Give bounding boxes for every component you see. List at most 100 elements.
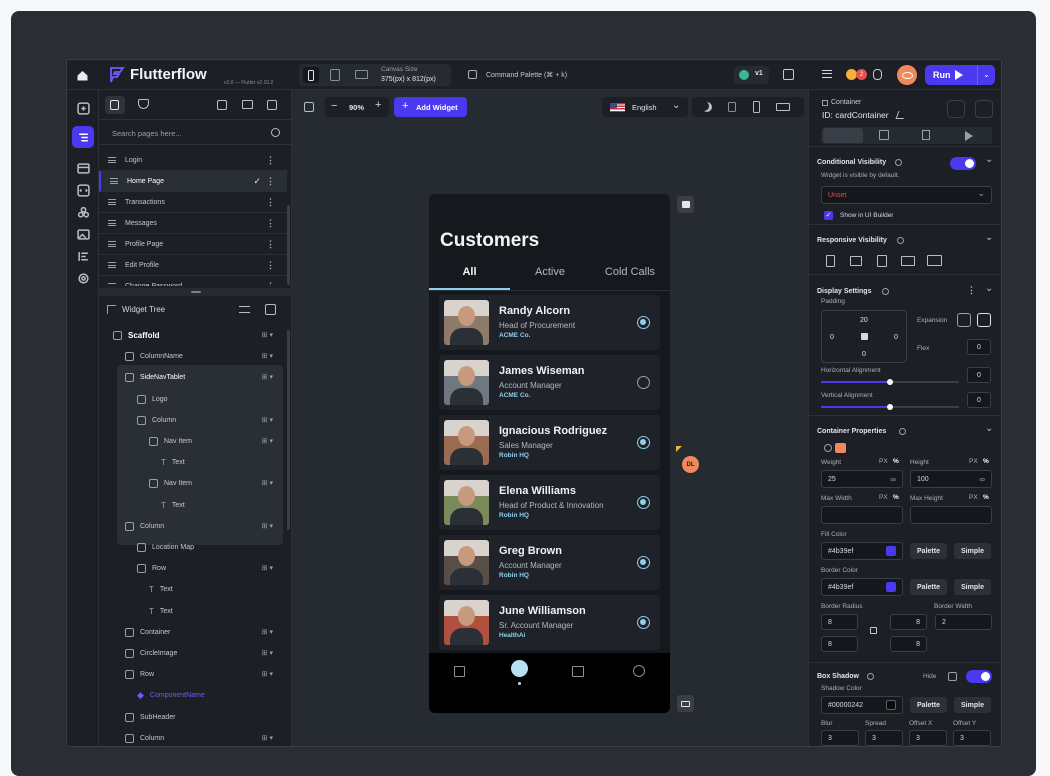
add-folder-icon[interactable]: [267, 100, 277, 110]
customer-card[interactable]: Elena Williams Head of Product & Innovati…: [439, 475, 660, 530]
widget-tree-node[interactable]: T Text: [149, 601, 173, 622]
more-options-icon[interactable]: ⋮: [266, 155, 275, 166]
rectangle-shape-icon[interactable]: [835, 443, 846, 453]
desktop-hide-icon[interactable]: [927, 255, 942, 266]
drag-handle-icon[interactable]: [110, 178, 118, 184]
phone-hide-icon[interactable]: [826, 255, 835, 267]
widget-tree-node[interactable]: Location Map: [137, 537, 194, 558]
blur-input[interactable]: 3: [821, 730, 859, 746]
fill-simple-button[interactable]: Simple: [954, 543, 991, 559]
widget-tree-node[interactable]: T Text: [161, 452, 185, 473]
command-palette-button[interactable]: Command Palette (⌘ + k): [486, 71, 567, 79]
widget-tree-node[interactable]: Scaffold: [113, 325, 160, 346]
buildings-nav-icon[interactable]: [572, 666, 584, 677]
max-height-px-unit[interactable]: PX: [969, 494, 978, 501]
expansion-expand-icon[interactable]: [977, 313, 991, 327]
box-shadow-toggle[interactable]: [966, 670, 992, 683]
height-px-unit[interactable]: PX: [969, 458, 978, 465]
widget-tree-node[interactable]: SubHeader: [125, 707, 175, 728]
copy-icon[interactable]: [783, 69, 794, 80]
node-actions-icon[interactable]: ⊞ ▾: [262, 670, 273, 678]
add-widget-icon[interactable]: [975, 100, 993, 118]
page-search-input[interactable]: Search pages here...: [99, 120, 292, 145]
dashboard-nav-icon[interactable]: [454, 666, 465, 677]
tab-active[interactable]: Active: [510, 258, 590, 290]
padding-bottom-input[interactable]: 0: [862, 351, 866, 358]
canvas-layers-icon[interactable]: [304, 102, 314, 112]
dark-mode-icon[interactable]: [702, 102, 712, 112]
scroll-divider[interactable]: [99, 288, 292, 296]
customer-card[interactable]: June Williamson Sr. Account Manager Health…: [439, 595, 660, 650]
edit-pencil-icon[interactable]: [895, 111, 907, 119]
drag-handle-icon[interactable]: [108, 283, 116, 286]
radius-bottom-left-input[interactable]: 8: [821, 636, 858, 652]
collapse-icon[interactable]: [265, 304, 276, 315]
storyboard-icon[interactable]: [75, 160, 91, 176]
diamond-tab-icon[interactable]: [138, 99, 149, 109]
radio-selected-icon[interactable]: [637, 616, 650, 629]
widget-tree-node[interactable]: Column: [125, 516, 164, 537]
max-width-percent-unit[interactable]: %: [893, 494, 899, 501]
add-widget-button[interactable]: + Add Widget: [394, 97, 467, 117]
drag-handle-icon[interactable]: [108, 262, 116, 268]
flex-input[interactable]: 0: [967, 339, 991, 355]
fill-color-input[interactable]: #4b39ef: [821, 542, 903, 560]
generate-tab-icon[interactable]: [922, 130, 930, 140]
max-height-percent-unit[interactable]: %: [983, 494, 989, 501]
tablet-device-icon[interactable]: [330, 69, 340, 81]
weight-percent-unit[interactable]: %: [893, 458, 899, 465]
home-icon[interactable]: [75, 68, 89, 82]
height-input[interactable]: 100 ∞: [910, 470, 992, 488]
search-icon[interactable]: [271, 128, 280, 137]
branch-selector[interactable]: v1: [734, 66, 769, 84]
widget-tree-node[interactable]: T Text: [161, 495, 185, 516]
node-actions-icon[interactable]: ⊞ ▾: [262, 564, 273, 572]
radio-selected-icon[interactable]: [637, 556, 650, 569]
widget-tree-node[interactable]: Logo: [137, 389, 168, 410]
customer-card[interactable]: James Wiseman Account Manager ACME Co.: [439, 355, 660, 410]
profile-nav-icon[interactable]: [633, 665, 645, 677]
radio-selected-icon[interactable]: [637, 436, 650, 449]
widget-tree-node[interactable]: Row: [125, 664, 154, 685]
widget-tree-node[interactable]: ◆ ComponentName: [137, 685, 205, 706]
code-icon[interactable]: [75, 182, 91, 198]
widget-tree-node[interactable]: Column: [125, 728, 164, 746]
offset-x-input[interactable]: 3: [909, 730, 947, 746]
desktop-device-icon[interactable]: [355, 70, 368, 79]
node-actions-icon[interactable]: ⊞ ▾: [262, 479, 273, 487]
widget-tree-node[interactable]: Nav Item: [149, 431, 192, 452]
bottom-widget-badge[interactable]: [677, 695, 694, 712]
widget-tree-node[interactable]: T Text: [149, 579, 173, 600]
weight-px-unit[interactable]: PX: [879, 458, 888, 465]
widget-tree-node[interactable]: ColumnName: [125, 346, 183, 367]
more-icon[interactable]: ⋮: [967, 285, 976, 296]
notification-badge[interactable]: 2: [856, 69, 867, 80]
widget-tree-node[interactable]: Row: [137, 558, 166, 579]
offset-y-input[interactable]: 3: [953, 730, 991, 746]
components-icon[interactable]: [75, 204, 91, 220]
shadow-simple-button[interactable]: Simple: [954, 697, 991, 713]
widget-tree-node[interactable]: Nav Item: [149, 473, 192, 494]
component-diamond-icon[interactable]: [947, 100, 965, 118]
node-actions-icon[interactable]: ⊞ ▾: [262, 437, 273, 445]
node-actions-icon[interactable]: ⊞ ▾: [262, 522, 273, 530]
drag-handle-icon[interactable]: [108, 157, 116, 163]
weight-input[interactable]: 25 ∞: [821, 470, 903, 488]
max-width-input[interactable]: [821, 506, 903, 524]
expansion-shrink-icon[interactable]: [957, 313, 971, 327]
more-options-icon[interactable]: ⋮: [266, 218, 275, 229]
pages-tab-icon[interactable]: [105, 96, 125, 114]
vertical-alignment-input[interactable]: 0: [967, 392, 991, 408]
zoom-in-button[interactable]: +: [375, 99, 381, 111]
shadow-color-swatch[interactable]: [886, 700, 896, 710]
shadow-color-input[interactable]: #00000242: [821, 696, 903, 714]
height-infinity-icon[interactable]: ∞: [979, 475, 985, 484]
sort-icon[interactable]: [239, 306, 250, 313]
more-options-icon[interactable]: ⋮: [266, 260, 275, 271]
add-page-icon[interactable]: [75, 100, 91, 116]
padding-lock-icon[interactable]: [861, 333, 868, 340]
node-actions-icon[interactable]: ⊞ ▾: [262, 734, 273, 742]
horizontal-alignment-slider[interactable]: [821, 379, 959, 385]
more-options-icon[interactable]: ⋮: [266, 176, 275, 187]
radio-selected-icon[interactable]: [637, 316, 650, 329]
